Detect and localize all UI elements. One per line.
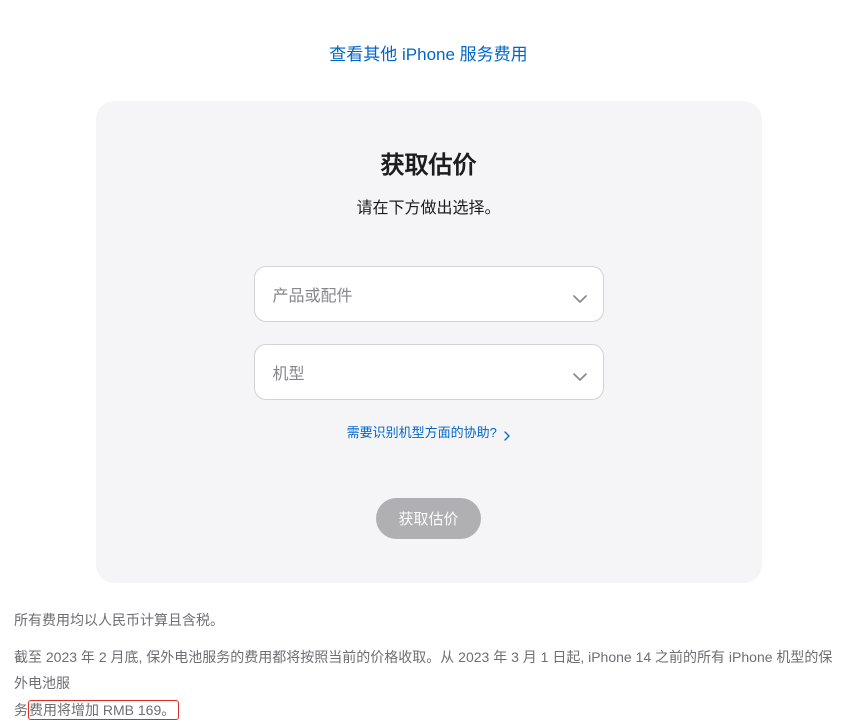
chevron-down-icon bbox=[573, 368, 587, 376]
view-other-services-link[interactable]: 查看其他 iPhone 服务费用 bbox=[329, 45, 527, 64]
card-subtitle: 请在下方做出选择。 bbox=[126, 194, 732, 218]
model-select[interactable]: 机型 bbox=[254, 344, 604, 400]
top-link-wrapper: 查看其他 iPhone 服务费用 bbox=[10, 40, 847, 65]
product-select[interactable]: 产品或配件 bbox=[254, 266, 604, 322]
chevron-down-icon bbox=[573, 290, 587, 298]
footer-line-1: 所有费用均以人民币计算且含税。 bbox=[14, 607, 843, 634]
chevron-right-icon bbox=[504, 429, 510, 439]
product-select-wrapper: 产品或配件 bbox=[254, 266, 604, 322]
price-increase-highlight: 费用将增加 RMB 169。 bbox=[28, 700, 179, 720]
footer-line-2: 截至 2023 年 2 月底, 保外电池服务的费用都将按照当前的价格收取。从 2… bbox=[14, 644, 843, 723]
model-select-wrapper: 机型 bbox=[254, 344, 604, 400]
card-title: 获取估价 bbox=[126, 145, 732, 180]
model-select-placeholder: 机型 bbox=[273, 360, 305, 384]
help-link-wrapper: 需要识别机型方面的协助? bbox=[126, 422, 732, 442]
footer-line2-prefix: 务 bbox=[14, 702, 28, 718]
footer-text: 所有费用均以人民币计算且含税。 截至 2023 年 2 月底, 保外电池服务的费… bbox=[10, 607, 847, 723]
estimate-card: 获取估价 请在下方做出选择。 产品或配件 机型 需要识别机型方面的协助? bbox=[96, 101, 762, 583]
get-estimate-button[interactable]: 获取估价 bbox=[376, 498, 480, 539]
identify-model-help-link[interactable]: 需要识别机型方面的协助? bbox=[347, 425, 511, 440]
product-select-placeholder: 产品或配件 bbox=[273, 282, 353, 306]
footer-line2-part1: 截至 2023 年 2 月底, 保外电池服务的费用都将按照当前的价格收取。从 2… bbox=[14, 649, 832, 692]
help-link-text: 需要识别机型方面的协助? bbox=[347, 425, 497, 440]
